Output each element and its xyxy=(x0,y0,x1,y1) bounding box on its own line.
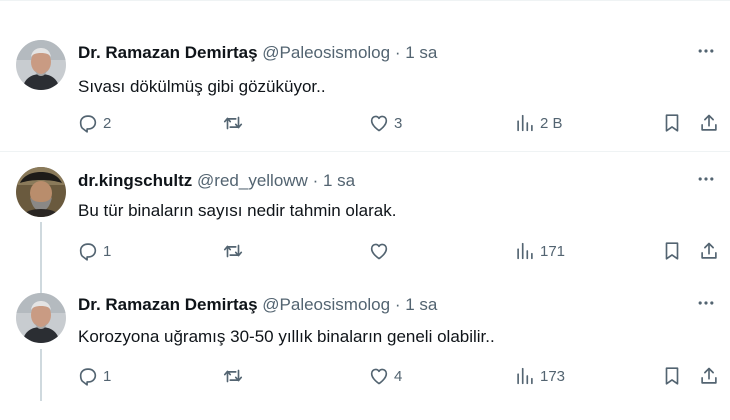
separator-dot: · xyxy=(394,295,401,314)
reply-button[interactable]: 1 xyxy=(77,240,111,262)
bookmark-icon xyxy=(661,240,683,262)
more-icon[interactable] xyxy=(694,171,718,191)
share-icon xyxy=(698,240,720,262)
timestamp[interactable]: 1 sa xyxy=(405,295,437,314)
share-button[interactable] xyxy=(698,365,720,387)
tweet-text: Sıvası dökülmüş gibi gözüküyor.. xyxy=(78,77,326,96)
separator-dot: · xyxy=(312,171,319,190)
timestamp[interactable]: 1 sa xyxy=(323,171,355,190)
heart-icon xyxy=(368,365,390,387)
bookmark-icon xyxy=(661,365,683,387)
views-icon xyxy=(514,365,536,387)
views-button[interactable]: 2 B xyxy=(514,112,563,134)
display-name[interactable]: Dr. Ramazan Demirtaş xyxy=(78,295,258,314)
tweet-1[interactable]: Dr. Ramazan Demirtaş @Paleosismolog · 1 … xyxy=(0,0,730,151)
user-handle[interactable]: @Paleosismolog xyxy=(262,43,390,62)
thread-line xyxy=(40,222,42,285)
share-icon xyxy=(698,365,720,387)
reply-count: 1 xyxy=(103,367,112,385)
share-button[interactable] xyxy=(698,112,720,134)
reply-icon xyxy=(77,365,99,387)
view-count: 2 B xyxy=(540,114,563,132)
views-button[interactable]: 173 xyxy=(514,365,565,387)
tweet-text: Korozyona uğramış 30-50 yıllık binaların… xyxy=(78,327,495,346)
like-count: 3 xyxy=(394,114,403,132)
bookmark-button[interactable] xyxy=(661,240,683,262)
share-icon xyxy=(698,112,720,134)
reply-count: 2 xyxy=(103,114,112,132)
reply-icon xyxy=(77,112,99,134)
like-button[interactable]: 3 xyxy=(368,112,402,134)
display-name[interactable]: Dr. Ramazan Demirtaş xyxy=(78,43,258,62)
reply-count: 1 xyxy=(103,242,112,260)
reply-button[interactable]: 1 xyxy=(77,365,111,387)
reply-button[interactable]: 2 xyxy=(77,112,111,134)
timestamp[interactable]: 1 sa xyxy=(405,43,437,62)
views-icon xyxy=(514,240,536,262)
retweet-icon xyxy=(222,365,244,387)
heart-icon xyxy=(368,112,390,134)
tweet-header: Dr. Ramazan Demirtaş @Paleosismolog · 1 … xyxy=(78,295,437,315)
like-button[interactable]: 4 xyxy=(368,365,402,387)
user-handle[interactable]: @red_yelloww xyxy=(197,171,308,190)
avatar[interactable] xyxy=(16,40,66,90)
retweet-button[interactable] xyxy=(222,240,248,262)
view-count: 173 xyxy=(540,367,566,385)
tweet-2[interactable]: dr.kingschultz @red_yelloww · 1 sa Bu tü… xyxy=(0,152,730,285)
bookmark-icon xyxy=(661,112,683,134)
tweet-3[interactable]: Dr. Ramazan Demirtaş @Paleosismolog · 1 … xyxy=(0,285,730,420)
retweet-icon xyxy=(222,240,244,262)
thread-line xyxy=(40,349,42,401)
retweet-button[interactable] xyxy=(222,112,248,134)
like-button[interactable] xyxy=(368,240,394,262)
bookmark-button[interactable] xyxy=(661,112,683,134)
more-icon[interactable] xyxy=(694,43,718,63)
more-icon[interactable] xyxy=(694,295,718,315)
bookmark-button[interactable] xyxy=(661,365,683,387)
tweet-header: dr.kingschultz @red_yelloww · 1 sa xyxy=(78,171,355,191)
avatar[interactable] xyxy=(16,293,66,343)
thread-line xyxy=(40,285,42,293)
reply-icon xyxy=(77,240,99,262)
tweet-header: Dr. Ramazan Demirtaş @Paleosismolog · 1 … xyxy=(78,43,437,63)
tweet-text: Bu tür binaların sayısı nedir tahmin ola… xyxy=(78,201,397,220)
avatar[interactable] xyxy=(16,167,66,217)
retweet-icon xyxy=(222,112,244,134)
display-name[interactable]: dr.kingschultz xyxy=(78,171,192,190)
share-button[interactable] xyxy=(698,240,720,262)
like-count: 4 xyxy=(394,367,403,385)
separator-dot: · xyxy=(394,43,401,62)
user-handle[interactable]: @Paleosismolog xyxy=(262,295,390,314)
retweet-button[interactable] xyxy=(222,365,248,387)
heart-icon xyxy=(368,240,390,262)
view-count: 171 xyxy=(540,242,566,260)
views-icon xyxy=(514,112,536,134)
views-button[interactable]: 171 xyxy=(514,240,565,262)
